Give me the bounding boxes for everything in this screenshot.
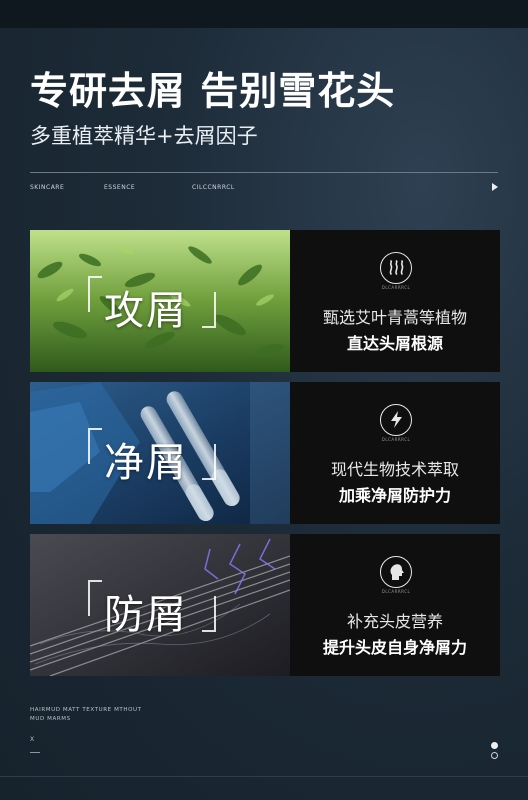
page-subtitle: 多重植萃精华+去屑因子 — [30, 124, 258, 148]
footer-mark: X — [30, 736, 35, 743]
dot-icon — [491, 742, 498, 749]
tag-code: CILCCNRRCL — [192, 184, 235, 191]
bracket-right — [202, 596, 216, 632]
steam-icon — [380, 252, 412, 284]
feature-word: 防屑 — [104, 592, 188, 638]
feature-highlight: 直达头屑根源 — [346, 334, 443, 353]
tag-essence: ESSENCE — [104, 184, 136, 191]
lab-image: 净屑 — [30, 382, 290, 524]
divider — [30, 172, 498, 173]
bracket-right — [202, 292, 216, 328]
bracket-right — [202, 444, 216, 480]
feature-highlight: 加乘净屑防护力 — [338, 486, 451, 505]
feature-panel-prevent: 防屑 DLCARRRCL 补充头皮营养 提升头皮自身净屑力 — [30, 534, 500, 676]
hair-strand-image: 防屑 — [30, 534, 290, 676]
head-profile-icon — [380, 556, 412, 588]
feature-panel-clean: 净屑 DLCARRRCL 现代生物技术萃取 加乘净屑防护力 — [30, 382, 500, 524]
feature-desc: 甄选艾叶青蒿等植物 — [322, 308, 467, 327]
feature-desc: 现代生物技术萃取 — [330, 460, 459, 479]
feature-word: 净屑 — [104, 440, 188, 486]
page-title: 专研去屑 告别雪花头 — [30, 69, 396, 113]
feature-panel-attack: 攻屑 DLCARRRCL 甄选艾叶青蒿等植物 直达头屑根源 — [30, 230, 500, 372]
herb-image: 攻屑 — [30, 230, 290, 372]
bracket-left — [88, 580, 102, 616]
icon-caption: DLCARRRCL — [381, 589, 411, 594]
tag-skincare: SKINCARE — [30, 184, 65, 191]
bottom-divider — [0, 776, 528, 777]
footer-dash — [30, 752, 40, 753]
icon-caption: DLCARRRCL — [381, 285, 411, 290]
bracket-left — [88, 428, 102, 464]
feature-highlight: 提升头皮自身净屑力 — [322, 638, 467, 657]
feature-desc: 补充头皮营养 — [346, 612, 443, 631]
bracket-left — [88, 276, 102, 312]
icon-caption: DLCARRRCL — [381, 437, 411, 442]
play-icon[interactable] — [492, 183, 498, 191]
ring-icon — [491, 752, 498, 759]
footer-text: HAIRMUD MATT TEXTURE MTHOUT MUD MARMS — [30, 707, 142, 722]
lightning-icon — [380, 404, 412, 436]
feature-word: 攻屑 — [104, 288, 188, 334]
top-bar — [0, 0, 528, 28]
